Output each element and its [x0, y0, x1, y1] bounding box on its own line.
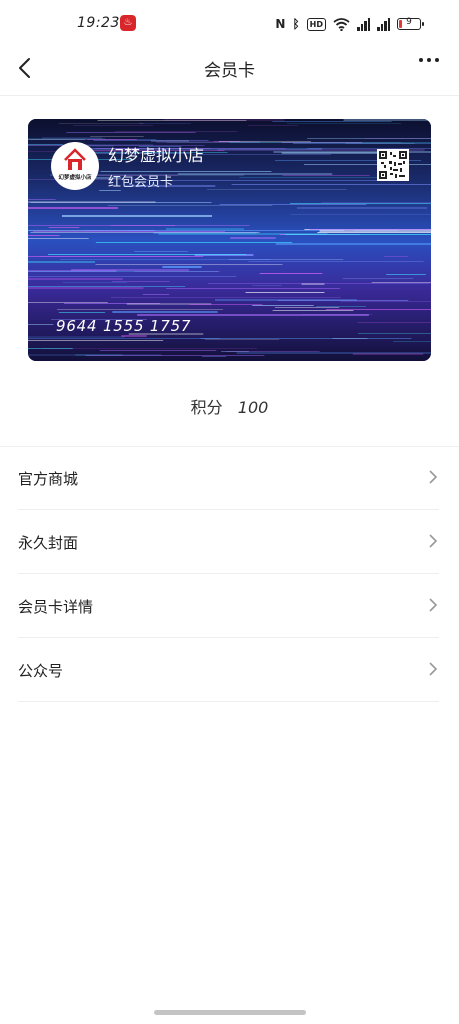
card-type: 红包会员卡 — [108, 175, 174, 190]
wifi-icon — [333, 17, 350, 31]
menu-item-card-details[interactable]: 会员卡详情 — [18, 574, 439, 638]
points-label: 积分 — [190, 398, 223, 417]
logo-text: 幻梦虚拟小店 — [58, 175, 92, 181]
menu-item-official-account[interactable]: 公众号 — [18, 638, 439, 702]
menu-item-label: 官方商城 — [18, 470, 79, 488]
nav-bar: 会员卡 — [0, 50, 459, 96]
bluetooth-icon: ᛒ — [292, 17, 300, 31]
chevron-right-icon — [429, 662, 438, 676]
points-display: 积分 100 — [0, 394, 459, 418]
menu-item-official-mall[interactable]: 官方商城 — [18, 446, 439, 510]
status-icons: N ᛒ HD 9 — [275, 15, 424, 33]
card-number: 9644 1555 1757 — [56, 317, 192, 335]
page-title: 会员卡 — [204, 61, 255, 81]
menu-item-label: 永久封面 — [18, 534, 79, 552]
signal-5g-1-icon — [357, 17, 370, 31]
menu-item-permanent-cover[interactable]: 永久封面 — [18, 510, 439, 574]
shop-name: 幻梦虚拟小店 — [108, 146, 205, 165]
menu-list: 官方商城 永久封面 会员卡详情 公众号 — [0, 446, 459, 702]
battery-icon: 9 — [397, 17, 424, 30]
battery-level: 9 — [406, 17, 412, 27]
chevron-right-icon — [429, 598, 438, 612]
house-logo-icon — [64, 148, 86, 170]
signal-5g-2-icon — [377, 17, 390, 31]
chevron-right-icon — [429, 534, 438, 548]
member-card[interactable]: 幻梦虚拟小店 幻梦虚拟小店 红包会员卡 9644 1555 1757 — [28, 119, 431, 361]
chevron-right-icon — [429, 470, 438, 484]
qr-code-icon[interactable] — [377, 149, 409, 181]
more-options-icon[interactable] — [419, 58, 439, 62]
status-bar: 19:23 ♨ N ᛒ HD 9 — [0, 0, 459, 50]
points-value: 100 — [237, 398, 269, 417]
nfc-icon: N — [275, 17, 286, 31]
menu-item-label: 会员卡详情 — [18, 598, 94, 616]
status-time: 19:23 — [77, 15, 120, 31]
shop-logo: 幻梦虚拟小店 — [51, 142, 99, 190]
home-indicator[interactable] — [154, 1010, 306, 1015]
app-notification-icon: ♨ — [120, 15, 136, 31]
menu-item-label: 公众号 — [18, 662, 64, 680]
hd-voice-icon: HD — [306, 17, 326, 31]
